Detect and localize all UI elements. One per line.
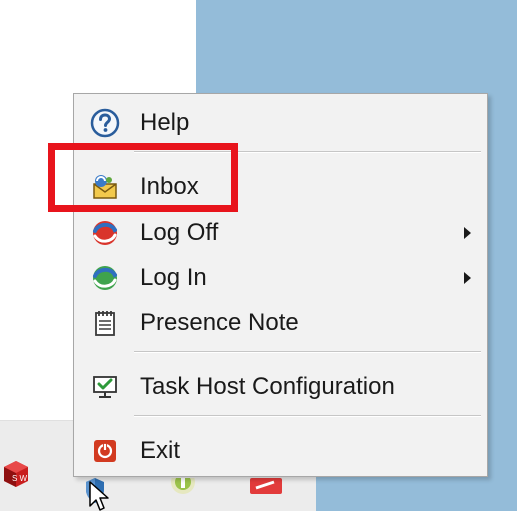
- inbox-icon: [89, 171, 121, 203]
- red-tray-icon[interactable]: [248, 478, 284, 500]
- green-tray-icon[interactable]: [168, 478, 198, 500]
- submenu-arrow-icon: [464, 227, 471, 239]
- menu-item-exit[interactable]: Exit: [74, 430, 487, 472]
- menu-separator: [134, 415, 481, 417]
- menu-item-log-off[interactable]: Log Off: [74, 212, 487, 254]
- power-icon: [89, 435, 121, 467]
- log-off-icon: [89, 217, 121, 249]
- menu-item-label: Help: [140, 109, 190, 136]
- notepad-icon: [89, 307, 121, 339]
- submenu-arrow-icon: [464, 272, 471, 284]
- menu-item-label: Presence Note: [140, 309, 299, 336]
- menu-item-label: Exit: [140, 437, 181, 464]
- menu-item-label: Log In: [140, 264, 207, 291]
- log-in-icon: [89, 262, 121, 294]
- menu-item-label: Task Host Configuration: [140, 373, 395, 400]
- help-icon: [89, 107, 121, 139]
- menu-item-help[interactable]: Help: [74, 102, 487, 144]
- menu-separator: [134, 351, 481, 353]
- svg-text:S W: S W: [12, 474, 28, 483]
- monitor-check-icon: [89, 371, 121, 403]
- menu-item-log-in[interactable]: Log In: [74, 257, 487, 299]
- mouse-cursor-icon: [89, 481, 109, 511]
- menu-item-inbox[interactable]: Inbox: [74, 166, 487, 208]
- menu-item-label: Inbox: [140, 173, 199, 200]
- menu-item-presence-note[interactable]: Presence Note: [74, 302, 487, 344]
- context-menu: Help Inbox Log Off Log In Presence Note …: [73, 93, 488, 477]
- menu-item-label: Log Off: [140, 219, 219, 246]
- screenshot-stage: S W Help Inbox Log Off Log In Presence N…: [0, 0, 517, 511]
- menu-item-task-host-configuration[interactable]: Task Host Configuration: [74, 366, 487, 408]
- menu-separator: [134, 151, 481, 153]
- app-tray-icon[interactable]: S W: [2, 459, 28, 487]
